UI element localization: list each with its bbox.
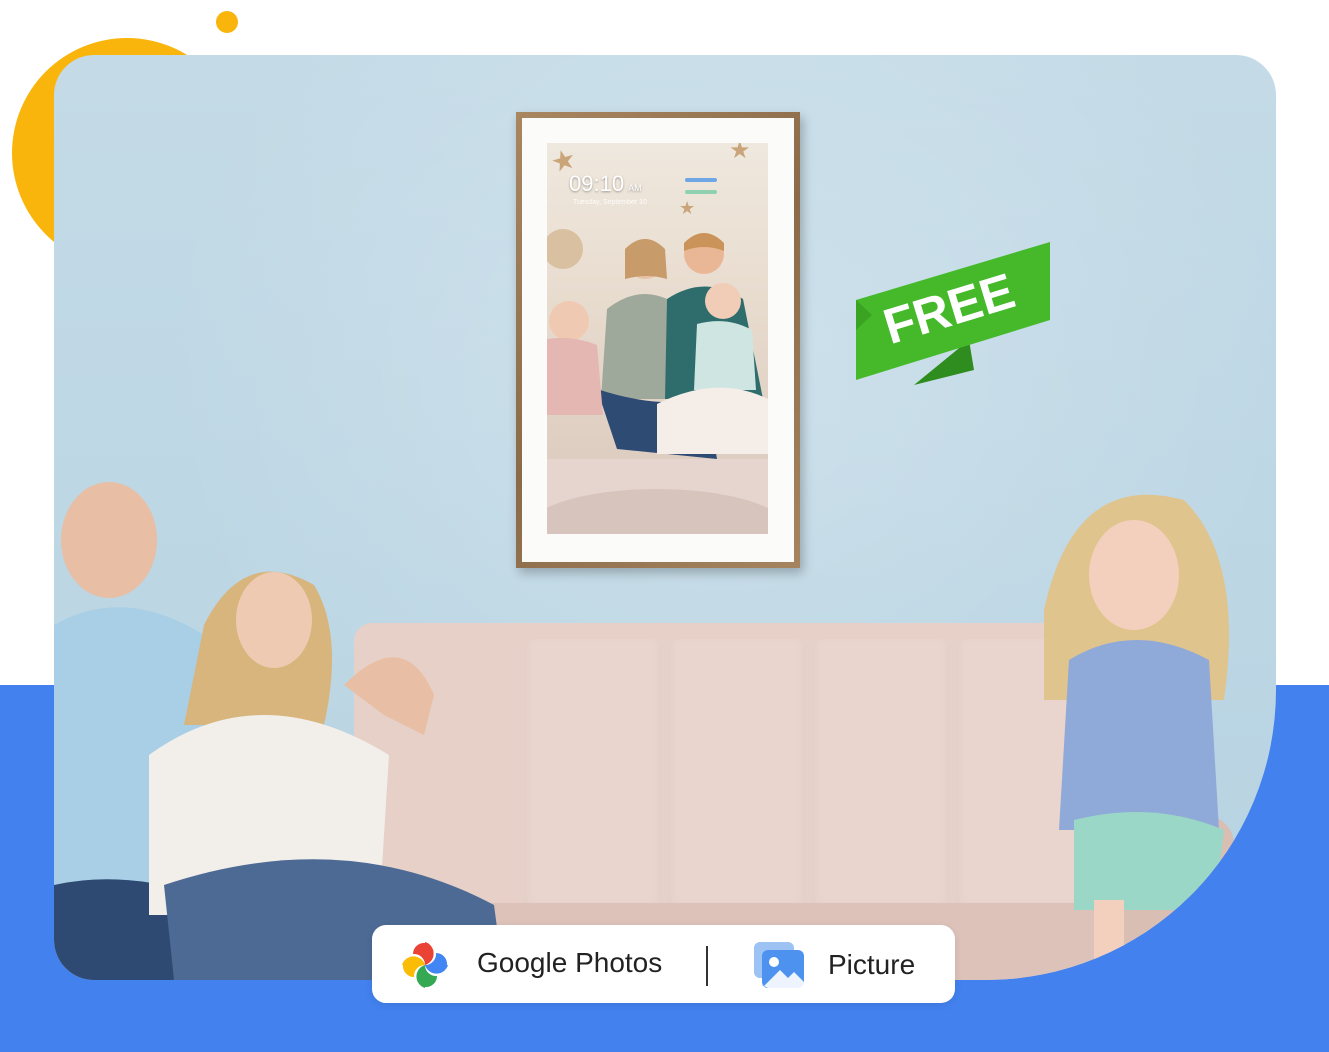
divider — [706, 946, 708, 986]
free-ribbon-badge: FREE — [856, 242, 1050, 385]
event-pill — [685, 190, 717, 194]
star-icon: ★ — [729, 143, 751, 164]
frame-screen: ★ ★ ★ 09:10 AM Tuesday, September 10 — [547, 143, 768, 534]
google-photos-icon[interactable] — [400, 940, 450, 990]
image-icon[interactable] — [752, 940, 806, 990]
google-photos-label[interactable]: Google Photos — [477, 947, 662, 979]
couple-on-sofa — [54, 482, 504, 980]
girl-on-sofa-arm — [1044, 494, 1229, 960]
living-room-scene: ★ ★ ★ 09:10 AM Tuesday, September 10 FRE… — [54, 55, 1276, 980]
star-icon: ★ — [679, 198, 696, 218]
yellow-circle-small — [216, 11, 238, 33]
frame-date: Tuesday, September 10 — [573, 199, 647, 206]
family-photo — [547, 229, 768, 534]
picture-label[interactable]: Picture — [828, 949, 915, 981]
frame-clock: 09:10 AM — [569, 171, 642, 196]
photo-source-bar: Google Photos Picture — [372, 925, 955, 1003]
digital-photo-frame: ★ ★ ★ 09:10 AM Tuesday, September 10 — [516, 112, 800, 568]
event-pill — [685, 178, 717, 182]
